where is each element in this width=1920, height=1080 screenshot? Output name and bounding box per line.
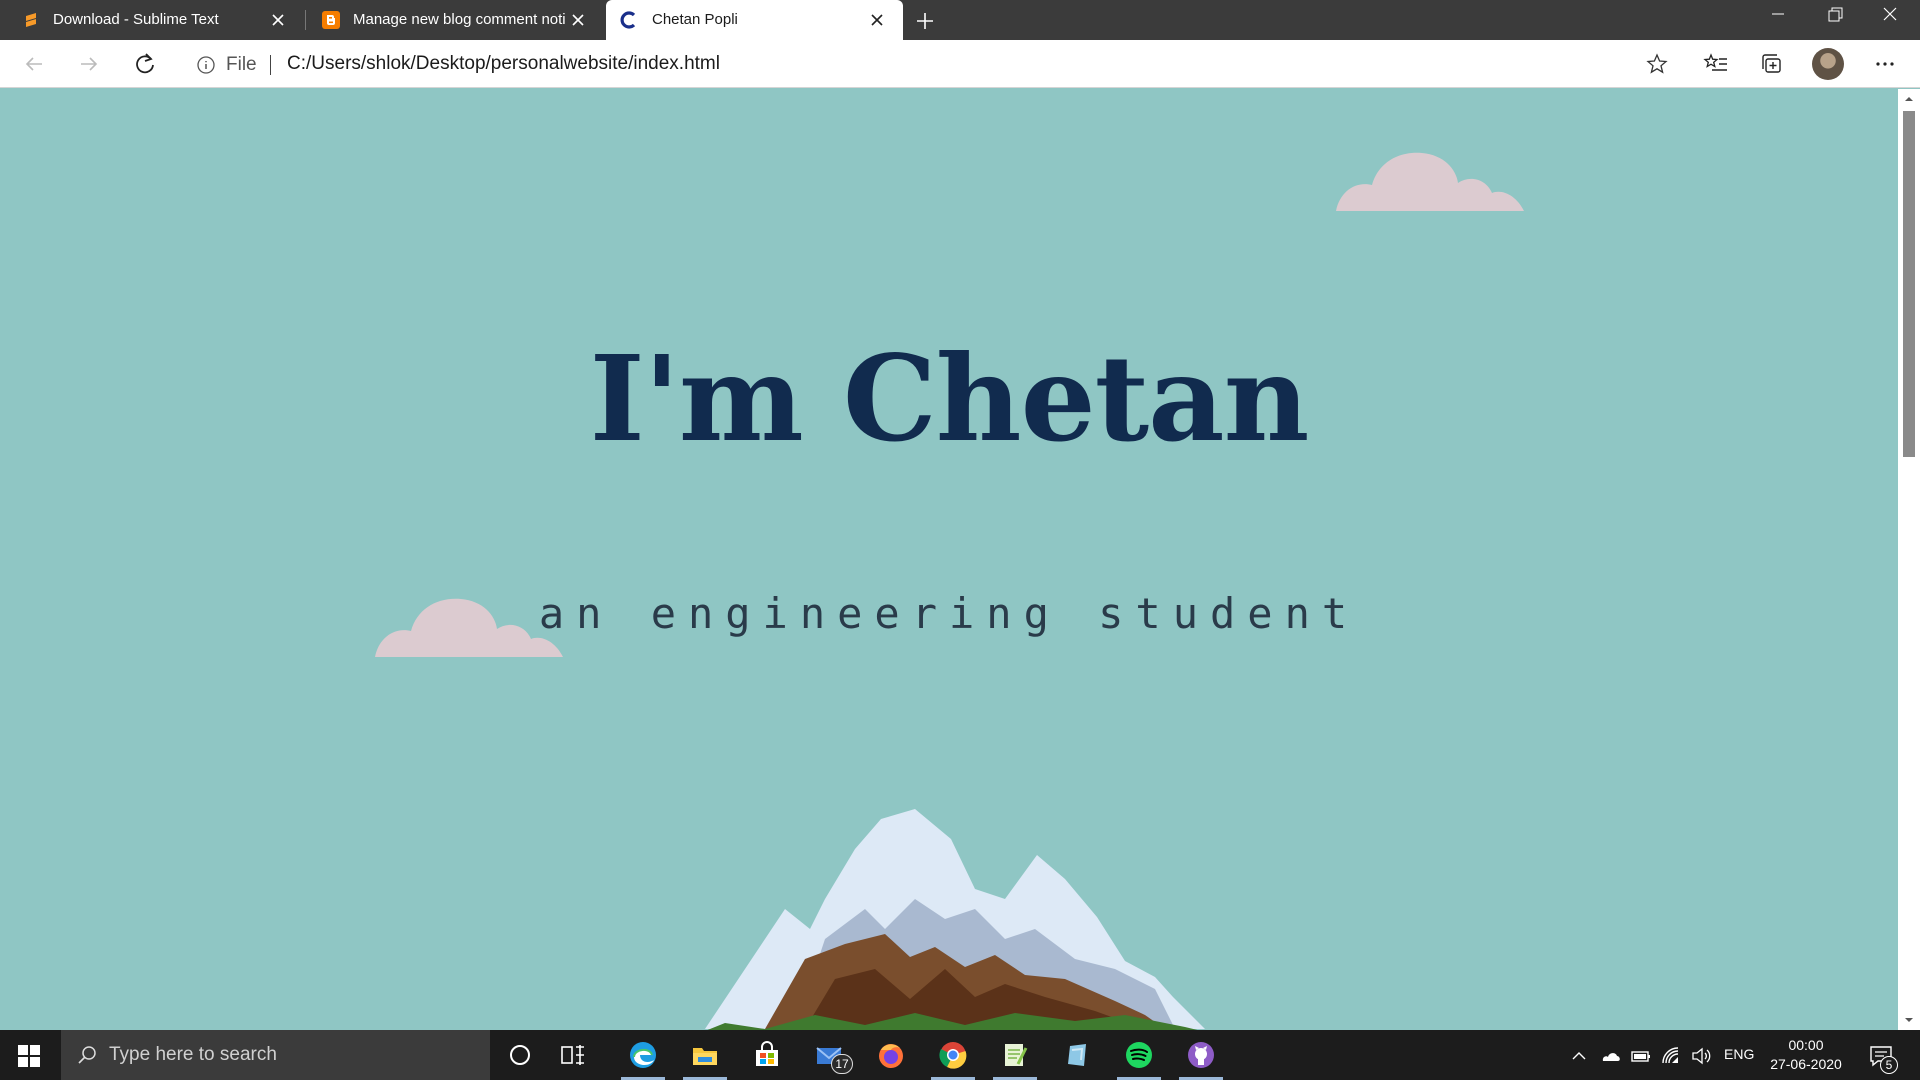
language-indicator[interactable]: ENG <box>1724 1046 1754 1062</box>
favorite-star-icon[interactable] <box>1646 53 1668 75</box>
more-options-icon[interactable] <box>1871 50 1899 78</box>
taskbar-firefox[interactable] <box>861 1030 921 1080</box>
clock-date: 27-06-2020 <box>1770 1056 1842 1072</box>
scroll-down-icon[interactable] <box>1903 1014 1915 1026</box>
chevron-up-icon[interactable] <box>1568 1045 1590 1067</box>
tab-chetan-popli[interactable]: Chetan Popli <box>606 0 903 40</box>
close-icon[interactable] <box>867 10 887 30</box>
taskbar-spotify[interactable] <box>1109 1030 1169 1080</box>
battery-icon[interactable] <box>1630 1045 1652 1067</box>
file-explorer-icon <box>693 1048 717 1065</box>
taskbar-file-explorer[interactable] <box>675 1030 735 1080</box>
back-icon[interactable] <box>20 50 48 78</box>
url-scheme: File <box>226 54 257 75</box>
search-placeholder: Type here to search <box>109 1044 277 1065</box>
tab-blogger[interactable]: Manage new blog comment noti <box>306 0 604 40</box>
paint-icon <box>1068 1044 1086 1066</box>
favorites-icon[interactable] <box>1702 50 1730 78</box>
windows-start-icon[interactable] <box>16 1043 42 1069</box>
info-icon[interactable] <box>196 55 216 75</box>
page-scrollbar[interactable] <box>1898 89 1920 1030</box>
taskbar-store[interactable] <box>737 1030 797 1080</box>
forward-icon[interactable] <box>75 50 103 78</box>
minimize-icon[interactable] <box>1750 0 1806 34</box>
volume-icon[interactable] <box>1690 1045 1712 1067</box>
store-icon <box>756 1041 778 1066</box>
tab-sublime[interactable]: Download - Sublime Text <box>0 0 304 40</box>
site-c-icon <box>620 11 636 29</box>
tab-label: Chetan Popli <box>652 11 738 28</box>
scroll-up-icon[interactable] <box>1903 93 1915 105</box>
restore-icon[interactable] <box>1806 0 1862 34</box>
browser-titlebar: Download - Sublime Text Manage new blog … <box>0 0 1920 40</box>
url-text[interactable]: C:/Users/shlok/Desktop/personalwebsite/i… <box>287 53 720 75</box>
clock[interactable]: 00:00 27-06-2020 <box>1768 1036 1844 1074</box>
edge-icon <box>630 1042 656 1068</box>
task-view-icon[interactable] <box>550 1030 610 1080</box>
url-divider <box>270 55 271 75</box>
mail-badge: 17 <box>831 1054 853 1074</box>
taskbar-github-desktop[interactable] <box>1171 1030 1231 1080</box>
close-window-icon[interactable] <box>1862 0 1918 34</box>
blogger-icon <box>322 11 340 29</box>
search-icon <box>78 1046 96 1064</box>
tab-label: Download - Sublime Text <box>53 11 219 28</box>
profile-avatar[interactable] <box>1812 48 1844 80</box>
spotify-icon <box>1126 1042 1152 1068</box>
taskbar-mail[interactable]: 17 <box>799 1030 859 1080</box>
taskbar-search[interactable]: Type here to search <box>61 1030 490 1080</box>
notification-count: 5 <box>1880 1056 1898 1074</box>
github-desktop-icon <box>1188 1042 1214 1068</box>
collections-icon[interactable] <box>1758 50 1786 78</box>
refresh-icon[interactable] <box>131 50 159 78</box>
taskbar-chrome[interactable] <box>923 1030 983 1080</box>
address-toolbar: File C:/Users/shlok/Desktop/personalwebs… <box>0 40 1920 88</box>
page-content: I'm Chetan an engineering student <box>0 89 1898 1030</box>
page-subtitle: an engineering student <box>538 589 1360 638</box>
taskbar-edge[interactable] <box>613 1030 673 1080</box>
wifi-icon[interactable] <box>1660 1045 1682 1067</box>
close-icon[interactable] <box>568 10 588 30</box>
new-tab-icon[interactable] <box>912 8 938 34</box>
windows-taskbar: Type here to search 17 ENG 00:00 27-06-2… <box>0 1030 1920 1080</box>
chrome-icon <box>939 1042 967 1069</box>
sublime-text-icon <box>26 13 36 27</box>
firefox-icon <box>879 1044 903 1068</box>
tab-label: Manage new blog comment noti <box>353 11 566 28</box>
address-bar[interactable]: File C:/Users/shlok/Desktop/personalwebs… <box>180 46 1680 82</box>
page-heading: I'm Chetan <box>589 329 1310 468</box>
scroll-thumb[interactable] <box>1903 111 1915 457</box>
close-icon[interactable] <box>268 10 288 30</box>
onedrive-icon[interactable] <box>1600 1045 1622 1067</box>
mountain-illustration <box>705 809 1205 1030</box>
cloud-illustration <box>1336 152 1524 211</box>
notepadplusplus-icon <box>1005 1044 1028 1066</box>
clock-time: 00:00 <box>1788 1037 1824 1053</box>
taskbar-paint[interactable] <box>1047 1030 1107 1080</box>
taskbar-notepadplusplus[interactable] <box>985 1030 1045 1080</box>
